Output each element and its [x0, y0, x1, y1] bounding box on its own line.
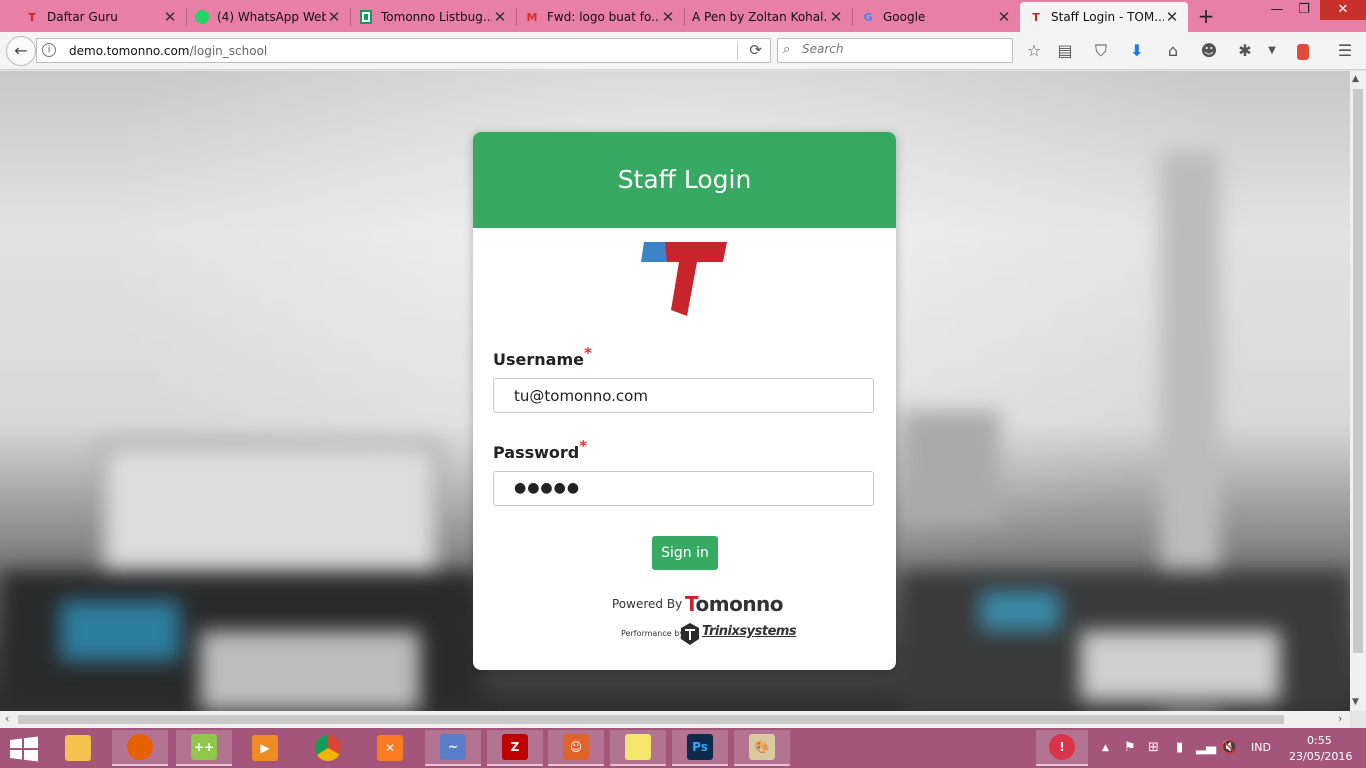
scroll-thumb[interactable] [1353, 89, 1363, 653]
media-player-icon[interactable]: ▶ [237, 730, 293, 766]
powered-by-text: Powered By [612, 597, 683, 611]
password-label: Password* [493, 437, 588, 462]
trinix-shield-icon [681, 623, 699, 645]
sign-in-button[interactable]: Sign in [652, 536, 718, 570]
window-close-button[interactable]: ✕ [1320, 0, 1366, 20]
scroll-left-icon[interactable]: ‹ [5, 712, 9, 725]
filezilla-icon[interactable]: Z [487, 730, 543, 766]
tab-tomonno-listbug[interactable]: Tomonno Listbug... ✕ [350, 2, 516, 32]
volume-muted-icon[interactable]: 🔇 [1221, 740, 1237, 755]
gmail-icon: M [526, 10, 538, 24]
vertical-scrollbar[interactable]: ▲ ▼ [1350, 71, 1366, 711]
tab-google[interactable]: G Google ✕ [852, 2, 1020, 32]
file-explorer-icon[interactable] [50, 730, 106, 766]
close-icon[interactable]: ✕ [1164, 8, 1180, 26]
password-input[interactable]: ●●●●● [493, 471, 874, 506]
download-icon[interactable]: ⬇ [1126, 40, 1148, 62]
clock-date[interactable]: 23/05/2016 [1289, 750, 1352, 763]
browser-nav-bar: i demo.tomonno.com/login_school ⟳ ← ⌕ ☆ … [0, 32, 1366, 70]
notification-app-icon[interactable]: ! [1036, 730, 1088, 766]
extension-icon[interactable]: ✱ [1234, 40, 1256, 62]
close-icon[interactable]: ✕ [660, 8, 676, 26]
bookmark-star-icon[interactable]: ☆ [1023, 40, 1045, 62]
tab-staff-login[interactable]: T Staff Login - TOM... ✕ [1020, 2, 1188, 32]
restore-button[interactable]: ❐ [1287, 0, 1321, 20]
tab-title: A Pen by Zoltan Kohal... [692, 10, 828, 24]
new-tab-button[interactable]: + [1196, 4, 1216, 28]
performance-by-text: Performance by [621, 629, 685, 638]
tomonno-logo [641, 242, 727, 316]
scroll-right-icon[interactable]: › [1338, 712, 1342, 725]
google-icon: G [863, 10, 873, 24]
browser-tab-bar: T Daftar Guru ✕ (4) WhatsApp Web ✕ Tomon… [0, 0, 1366, 32]
windows-store-icon[interactable]: ⊞ [1148, 740, 1159, 755]
language-indicator[interactable]: IND [1251, 741, 1271, 754]
windows-start-icon[interactable] [8, 736, 40, 762]
sticky-notes-icon[interactable] [610, 730, 666, 766]
photoshop-icon[interactable]: Ps [672, 730, 728, 766]
tomonno-icon: T [28, 10, 36, 24]
search-input[interactable] [802, 42, 1002, 56]
close-icon[interactable]: ✕ [828, 8, 844, 26]
tomonno-brand-logo: Tomonno [685, 592, 784, 616]
tab-title: Daftar Guru [47, 10, 118, 24]
flag-icon[interactable]: ⚑ [1124, 740, 1136, 755]
chat-icon[interactable]: ☻ [1198, 40, 1220, 62]
tab-title: (4) WhatsApp Web [217, 10, 326, 24]
close-icon[interactable]: ✕ [492, 8, 508, 26]
clock-time[interactable]: 0:55 [1307, 734, 1332, 747]
addon-icon[interactable] [1292, 40, 1314, 62]
url-text[interactable]: demo.tomonno.com/login_school [69, 44, 267, 58]
tab-title: Google [883, 10, 926, 24]
firefox-icon[interactable] [112, 730, 168, 766]
notepadpp-icon[interactable]: ++ [176, 730, 232, 766]
tab-codepen[interactable]: A Pen by Zoltan Kohal... ✕ [684, 2, 852, 32]
tab-title: Tomonno Listbug... [381, 10, 492, 24]
username-label: Username* [493, 344, 592, 369]
login-card: Staff Login Username* Password* ●●●●● Si… [473, 132, 896, 670]
search-bar[interactable]: ⌕ [777, 38, 1013, 63]
tab-gmail[interactable]: M Fwd: logo buat fo... ✕ [516, 2, 684, 32]
required-mark: * [583, 344, 592, 362]
tab-title: Fwd: logo buat fo... [547, 10, 660, 24]
pocket-icon[interactable]: ⛉ [1090, 40, 1112, 62]
chrome-icon[interactable] [300, 730, 356, 766]
chevron-down-icon[interactable]: ▼ [1261, 40, 1283, 62]
url-domain: demo.tomonno.com [69, 44, 190, 58]
home-icon[interactable]: ⌂ [1162, 40, 1184, 62]
back-button[interactable]: ← [6, 36, 36, 66]
required-mark: * [579, 437, 588, 455]
tab-daftar-guru[interactable]: T Daftar Guru ✕ [16, 2, 186, 32]
scroll-down-icon[interactable]: ▼ [1352, 697, 1359, 707]
sheets-icon [358, 9, 374, 25]
menu-icon[interactable]: ☰ [1334, 40, 1356, 62]
scroll-thumb[interactable] [18, 715, 1284, 724]
tray-expand-icon[interactable]: ▲ [1102, 743, 1109, 753]
close-icon[interactable]: ✕ [326, 8, 342, 26]
tab-whatsapp[interactable]: (4) WhatsApp Web ✕ [186, 2, 350, 32]
address-bar[interactable]: i demo.tomonno.com/login_school ⟳ [36, 38, 771, 63]
close-icon[interactable]: ✕ [162, 8, 178, 26]
network-icon[interactable]: ▂▄ [1196, 740, 1216, 755]
whatsapp-icon [194, 9, 210, 25]
search-icon: ⌕ [783, 42, 791, 57]
horizontal-scrollbar[interactable]: ‹ › [0, 711, 1350, 728]
reload-icon[interactable]: ⟳ [749, 41, 762, 59]
character-app-icon[interactable]: ☺ [548, 730, 604, 766]
xampp-icon[interactable]: ✕ [362, 730, 418, 766]
trinix-brand-logo: Trinixsystems [702, 624, 797, 639]
close-icon[interactable]: ✕ [996, 8, 1012, 26]
dolphin-icon[interactable]: ~ [425, 730, 481, 766]
scroll-up-icon[interactable]: ▲ [1352, 74, 1359, 84]
url-path: /login_school [189, 44, 268, 58]
paint-icon[interactable]: 🎨 [734, 730, 790, 766]
windows-taskbar: ++ ▶ ✕ ~ Z ☺ Ps 🎨 ! ▲ ⚑ ⊞ ▮ ▂▄ 🔇 IND 0:5… [0, 728, 1366, 768]
tomonno-icon: T [1032, 10, 1040, 24]
login-header: Staff Login [473, 132, 896, 228]
battery-icon[interactable]: ▮ [1176, 740, 1183, 755]
reading-list-icon[interactable]: ▤ [1054, 40, 1076, 62]
username-input[interactable] [493, 378, 874, 413]
tab-title: Staff Login - TOM... [1051, 10, 1164, 24]
info-icon[interactable]: i [42, 43, 56, 57]
